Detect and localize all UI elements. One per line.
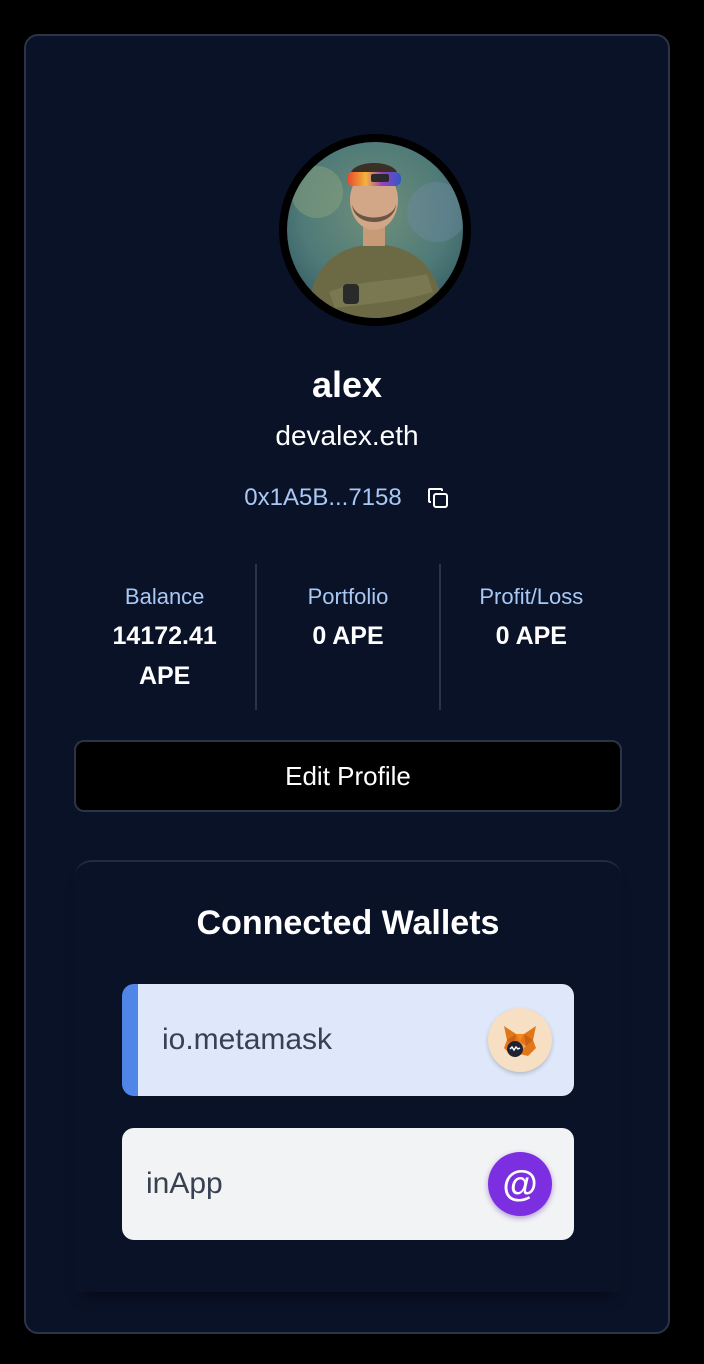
metamask-fox-icon [488, 1008, 552, 1072]
wallet-item-inapp[interactable]: inApp @ [122, 1128, 574, 1240]
stats-row: Balance 14172.41 APE Portfolio 0 APE Pro… [74, 564, 622, 710]
stat-portfolio: Portfolio 0 APE [255, 564, 438, 710]
avatar-image [287, 142, 463, 318]
stat-label: Profit/Loss [479, 584, 584, 609]
connected-wallets-panel: Connected Wallets io.metamask inApp @ [74, 860, 622, 1292]
wallet-label: inApp [146, 1167, 223, 1200]
stat-value: 0 APE [495, 622, 567, 650]
wallet-item-metamask[interactable]: io.metamask [122, 984, 574, 1096]
stat-label: Balance [124, 584, 205, 609]
at-sign-icon: @ [488, 1152, 552, 1216]
wallet-label: io.metamask [162, 1023, 333, 1056]
profile-card: alex devalex.eth 0x1A5B...7158 Balance 1… [24, 34, 670, 1334]
stat-balance: Balance 14172.41 APE [74, 564, 255, 710]
stat-value: 14172.41 APE [112, 622, 217, 690]
copy-icon[interactable] [426, 486, 450, 510]
stat-label: Portfolio [307, 584, 389, 609]
connected-wallets-title: Connected Wallets [196, 904, 500, 942]
stat-value: 0 APE [312, 622, 384, 650]
profile-name: alex [311, 364, 383, 405]
address-row: 0x1A5B...7158 [26, 484, 668, 512]
avatar [279, 134, 471, 326]
stat-profit-loss: Profit/Loss 0 APE [438, 564, 622, 710]
edit-profile-button[interactable]: Edit Profile [74, 740, 622, 812]
ens-name: devalex.eth [275, 420, 419, 451]
wallet-address: 0x1A5B...7158 [244, 484, 402, 511]
